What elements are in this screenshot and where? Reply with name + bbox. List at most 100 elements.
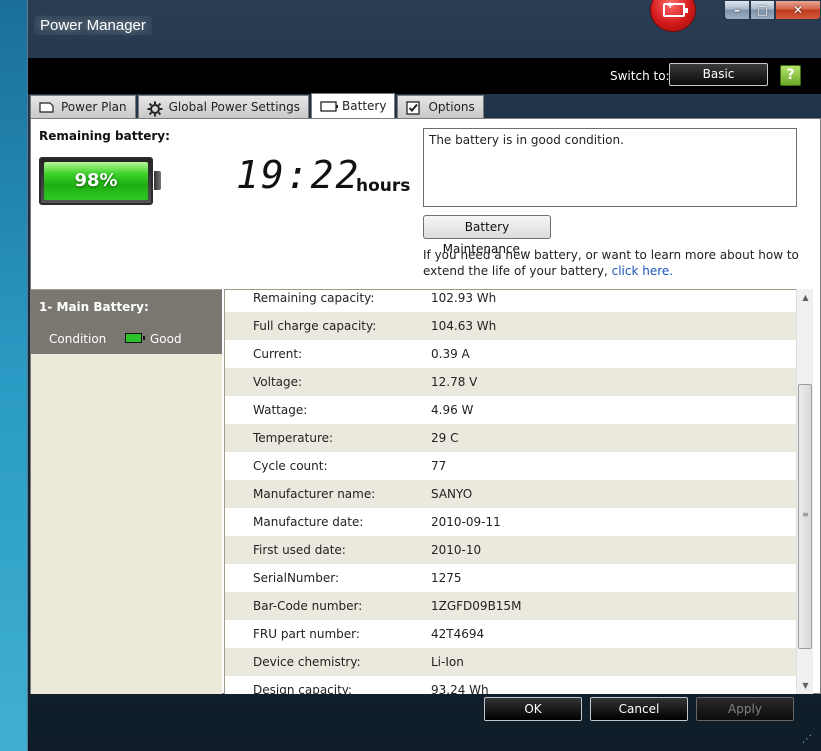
detail-value: 93.24 Wh [431,683,489,694]
detail-value: 2010-10 [431,543,482,557]
dialog-buttons: OK Cancel Apply [484,697,794,721]
detail-value: 1275 [431,571,462,585]
apply-button[interactable]: Apply [696,697,794,721]
detail-value: 4.96 W [431,403,474,417]
tab-bar: Power Plan Global Power Settings Battery… [30,93,486,118]
detail-label: Voltage: [253,375,303,389]
detail-row: Design capacity: 93.24 Wh [225,676,796,694]
detail-row: Cycle count: 77 [225,452,796,480]
detail-label: Manufacture date: [253,515,364,529]
detail-label: Design capacity: [253,683,353,694]
battery-help-text: If you need a new battery, or want to le… [423,247,803,279]
tab-options-label: Options [428,100,475,114]
detail-label: Full charge capacity: [253,319,377,333]
detail-row: Remaining capacity: 102.93 Wh [225,290,796,312]
detail-value: 2010-09-11 [431,515,501,529]
remaining-battery-label: Remaining battery: [39,129,170,143]
detail-label: Bar-Code number: [253,599,363,613]
detail-row: First used date: 2010-10 [225,536,796,564]
detail-row: Full charge capacity: 104.63 Wh [225,312,796,340]
tab-global-power-settings-label: Global Power Settings [168,100,301,114]
detail-row: Device chemistry: Li-Ion [225,648,796,676]
tab-battery[interactable]: Battery [311,93,396,118]
detail-label: First used date: [253,543,346,557]
help-icon[interactable]: ? [780,65,801,86]
tab-power-plan-label: Power Plan [61,100,127,114]
click-here-link[interactable]: click here. [612,264,673,278]
close-icon: ✕ [792,3,804,17]
detail-value: 0.39 A [431,347,470,361]
detail-row: Manufacture date: 2010-09-11 [225,508,796,536]
detail-label: Current: [253,347,303,361]
minimize-icon: – [734,3,740,17]
power-plan-icon [39,101,55,114]
detail-value: 1ZGFD09B15M [431,599,522,613]
gear-icon [147,101,163,116]
scroll-grip-icon: ≡ [802,510,809,519]
detail-row: Wattage: 4.96 W [225,396,796,424]
main-battery-label: 1- Main Battery: [39,300,149,314]
minimize-button[interactable]: – [724,0,750,20]
scroll-up-icon[interactable]: ▲ [797,289,814,306]
battery-details-list: Remaining capacity: 102.93 Wh Full charge … [224,289,796,694]
detail-value: Li-Ion [431,655,464,669]
detail-label: FRU part number: [253,627,360,641]
battery-tip-icon [154,171,161,190]
checkbox-icon [406,100,422,115]
detail-label: Cycle count: [253,459,328,473]
detail-row: Temperature: 29 C [225,424,796,452]
tab-battery-label: Battery [342,99,387,113]
switch-basic-button[interactable]: Basic [669,63,768,86]
detail-value: 42T4694 [431,627,485,641]
battery-maintenance-button[interactable]: Battery Maintenance... [423,215,551,256]
resize-grip-icon[interactable]: ⋰ [802,734,812,745]
detail-value: 104.63 Wh [431,319,497,333]
condition-value: Good [150,332,182,346]
condition-label: Condition [49,332,107,346]
maximize-button[interactable]: □ [750,0,775,20]
detail-row: Bar-Code number: 1ZGFD09B15M [225,592,796,620]
desktop-background [0,0,27,751]
close-button[interactable]: ✕ [775,0,821,20]
detail-label: Device chemistry: [253,655,361,669]
remaining-time-unit: hours [356,176,411,196]
plus-icon: + [667,0,674,12]
main-battery-item[interactable]: 1- Main Battery: Condition Good [31,290,222,354]
detail-label: SerialNumber: [253,571,339,585]
window-controls: – □ ✕ [724,0,821,20]
detail-row: Manufacturer name: SANYO [225,480,796,508]
switch-to-label: Switch to: [610,69,670,83]
remaining-time-value: 19:22 [236,153,361,197]
battery-good-icon [125,333,145,343]
tab-power-plan[interactable]: Power Plan [30,95,136,118]
detail-label: Manufacturer name: [253,487,376,501]
battery-percent: 98% [44,162,148,200]
details-scrollbar[interactable]: ▲ ≡ ▼ [796,289,813,694]
power-manager-window: Power Manager + – □ ✕ Switch to: Basic ?… [27,0,821,751]
detail-value: SANYO [431,487,473,501]
scroll-down-icon[interactable]: ▼ [797,677,814,694]
app-logo-icon: + [650,0,696,32]
scroll-thumb[interactable]: ≡ [798,384,812,649]
detail-row: Voltage: 12.78 V [225,368,796,396]
detail-row: Current: 0.39 A [225,340,796,368]
detail-value: 102.93 Wh [431,291,497,305]
detail-label: Remaining capacity: [253,291,375,305]
detail-label: Temperature: [253,431,334,445]
battery-status-message: The battery is in good condition. [429,133,624,147]
window-title: Power Manager [34,16,152,35]
detail-row: SerialNumber: 1275 [225,564,796,592]
battery-level-indicator: 98% [39,157,153,205]
title-bar[interactable]: Power Manager + – □ ✕ [28,0,821,58]
battery-tab-panel: Remaining battery: 98% 19:22 hours The b… [30,118,821,694]
cancel-button[interactable]: Cancel [590,697,688,721]
ok-button[interactable]: OK [484,697,582,721]
battery-list-panel: 1- Main Battery: Condition Good [31,289,222,694]
tab-options[interactable]: Options [397,95,484,118]
detail-value: 12.78 V [431,375,478,389]
battery-status-box: The battery is in good condition. [423,128,797,207]
maximize-icon: □ [756,3,769,17]
detail-row: FRU part number: 42T4694 [225,620,796,648]
tab-global-power-settings[interactable]: Global Power Settings [137,95,310,118]
detail-label: Wattage: [253,403,308,417]
